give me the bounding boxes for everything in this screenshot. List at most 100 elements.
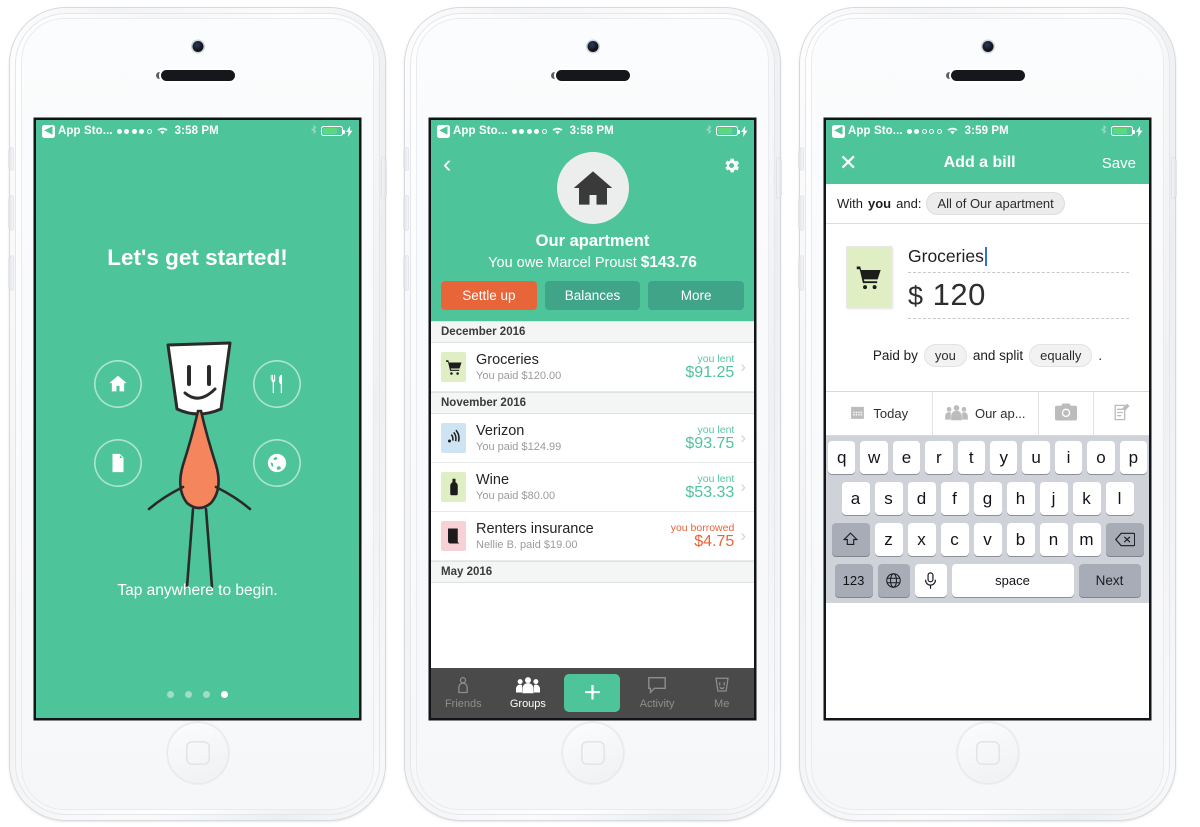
home-button-2[interactable] (561, 722, 624, 784)
globe-icon[interactable] (877, 564, 910, 597)
page-dot-1[interactable] (167, 691, 174, 698)
status-back-label: App Sto... (58, 125, 113, 137)
gear-icon[interactable] (722, 156, 741, 180)
backspace-icon[interactable] (1105, 523, 1144, 556)
volume-down-button-3[interactable] (799, 256, 803, 290)
volume-down-button-1[interactable] (9, 256, 13, 290)
plus-icon[interactable]: + (564, 674, 621, 712)
key-t[interactable]: t (957, 441, 985, 474)
with-and: and: (896, 196, 922, 211)
key-h[interactable]: h (1006, 482, 1035, 515)
volume-up-button-1[interactable] (9, 196, 13, 230)
key-o[interactable]: o (1087, 441, 1115, 474)
tab-activity[interactable]: Activity (625, 676, 690, 710)
key-j[interactable]: j (1039, 482, 1068, 515)
bill-toolbar: Today Our ap... (826, 391, 1149, 436)
group-pill[interactable]: All of Our apartment (926, 192, 1065, 215)
phone-device-1: ◀ App Sto... 3:58 PM Let's get started! (9, 8, 386, 820)
expense-list: December 2016 Groceries You paid $120.00… (431, 321, 754, 583)
home-button-1[interactable] (166, 722, 229, 784)
key-s[interactable]: s (874, 482, 903, 515)
key-e[interactable]: e (892, 441, 921, 474)
key-w[interactable]: w (860, 441, 888, 474)
add-expense-button[interactable]: + (560, 674, 625, 712)
home-button-3[interactable] (956, 722, 1019, 784)
shift-icon[interactable] (831, 523, 870, 556)
power-button-2[interactable] (777, 158, 781, 198)
tab-friends[interactable]: Friends (431, 676, 496, 710)
power-button-3[interactable] (1172, 158, 1176, 198)
key-u[interactable]: u (1022, 441, 1050, 474)
notes-button[interactable] (1094, 392, 1149, 435)
more-button[interactable]: More (648, 281, 745, 310)
back-icon[interactable]: ‹ (443, 152, 451, 177)
balances-button[interactable]: Balances (544, 281, 641, 310)
volume-up-button-3[interactable] (799, 196, 803, 230)
mute-switch-1[interactable] (9, 148, 13, 170)
date-button[interactable]: Today (826, 392, 933, 435)
page-indicator[interactable] (36, 691, 359, 698)
key-x[interactable]: x (907, 523, 936, 556)
key-i[interactable]: i (1054, 441, 1083, 474)
add-bill-form: Groceries $ 120 Paid by you and split eq… (826, 224, 1149, 436)
key-g[interactable]: g (973, 482, 1002, 515)
table-row[interactable]: Renters insurance Nellie B. paid $19.00 … (431, 512, 754, 561)
numbers-key[interactable]: 123 (834, 564, 873, 597)
power-button-1[interactable] (382, 158, 386, 198)
key-a[interactable]: a (841, 482, 870, 515)
table-row[interactable]: Groceries You paid $120.00 you lent $91.… (431, 343, 754, 392)
status-back-icon-2[interactable]: ◀ (437, 124, 450, 138)
page-dot-2[interactable] (185, 691, 192, 698)
key-k[interactable]: k (1072, 482, 1101, 515)
volume-up-button-2[interactable] (404, 196, 408, 230)
expense-amount: $93.75 (685, 434, 735, 452)
wine-bottle-icon (441, 472, 466, 502)
key-m[interactable]: m (1072, 523, 1101, 556)
save-button[interactable]: Save (1102, 155, 1136, 172)
key-f[interactable]: f (940, 482, 969, 515)
amount-input[interactable]: $ 120 (908, 273, 1129, 319)
close-icon[interactable]: ✕ (839, 152, 857, 174)
key-n[interactable]: n (1039, 523, 1068, 556)
shopping-cart-icon[interactable] (846, 246, 892, 308)
table-row[interactable]: Verizon You paid $124.99 you lent $93.75… (431, 414, 754, 463)
mute-switch-2[interactable] (404, 148, 408, 170)
key-p[interactable]: p (1119, 441, 1148, 474)
key-v[interactable]: v (973, 523, 1002, 556)
payer-pill[interactable]: you (923, 344, 967, 367)
tab-groups[interactable]: Groups (496, 676, 561, 710)
expense-subtitle: You paid $124.99 (476, 441, 562, 453)
microphone-icon[interactable] (914, 564, 947, 597)
camera-button[interactable] (1039, 392, 1094, 435)
paid-by-label: Paid by (872, 348, 918, 363)
group-button[interactable]: Our ap... (933, 392, 1039, 435)
settle-up-button[interactable]: Settle up (441, 281, 537, 310)
key-b[interactable]: b (1006, 523, 1035, 556)
key-l[interactable]: l (1105, 482, 1134, 515)
tab-me[interactable]: Me (689, 676, 754, 710)
expense-info: Groceries You paid $120.00 (476, 352, 685, 382)
welcome-screen[interactable]: Let's get started! Tap anywhere to begin… (36, 142, 359, 718)
status-back-label-2: App Sto... (453, 125, 508, 137)
key-c[interactable]: c (940, 523, 969, 556)
page-dot-4[interactable] (221, 691, 228, 698)
table-row[interactable]: Wine You paid $80.00 you lent $53.33 › (431, 463, 754, 512)
key-d[interactable]: d (907, 482, 936, 515)
key-y[interactable]: y (990, 441, 1018, 474)
next-key[interactable]: Next (1078, 564, 1141, 597)
key-q[interactable]: q (827, 441, 856, 474)
page-title: Add a bill (943, 154, 1016, 171)
split-method-pill[interactable]: equally (1029, 344, 1093, 367)
status-back-icon-3[interactable]: ◀ (832, 124, 845, 138)
expense-info: Verizon You paid $124.99 (476, 423, 685, 453)
space-key[interactable]: space (951, 564, 1074, 597)
status-back-icon[interactable]: ◀ (42, 124, 55, 138)
key-r[interactable]: r (925, 441, 953, 474)
page-dot-3[interactable] (203, 691, 210, 698)
front-camera-1 (192, 41, 203, 52)
mute-switch-3[interactable] (799, 148, 803, 170)
group-label: Our ap... (974, 406, 1026, 421)
description-input[interactable]: Groceries (908, 246, 1129, 273)
key-z[interactable]: z (874, 523, 903, 556)
volume-down-button-2[interactable] (404, 256, 408, 290)
